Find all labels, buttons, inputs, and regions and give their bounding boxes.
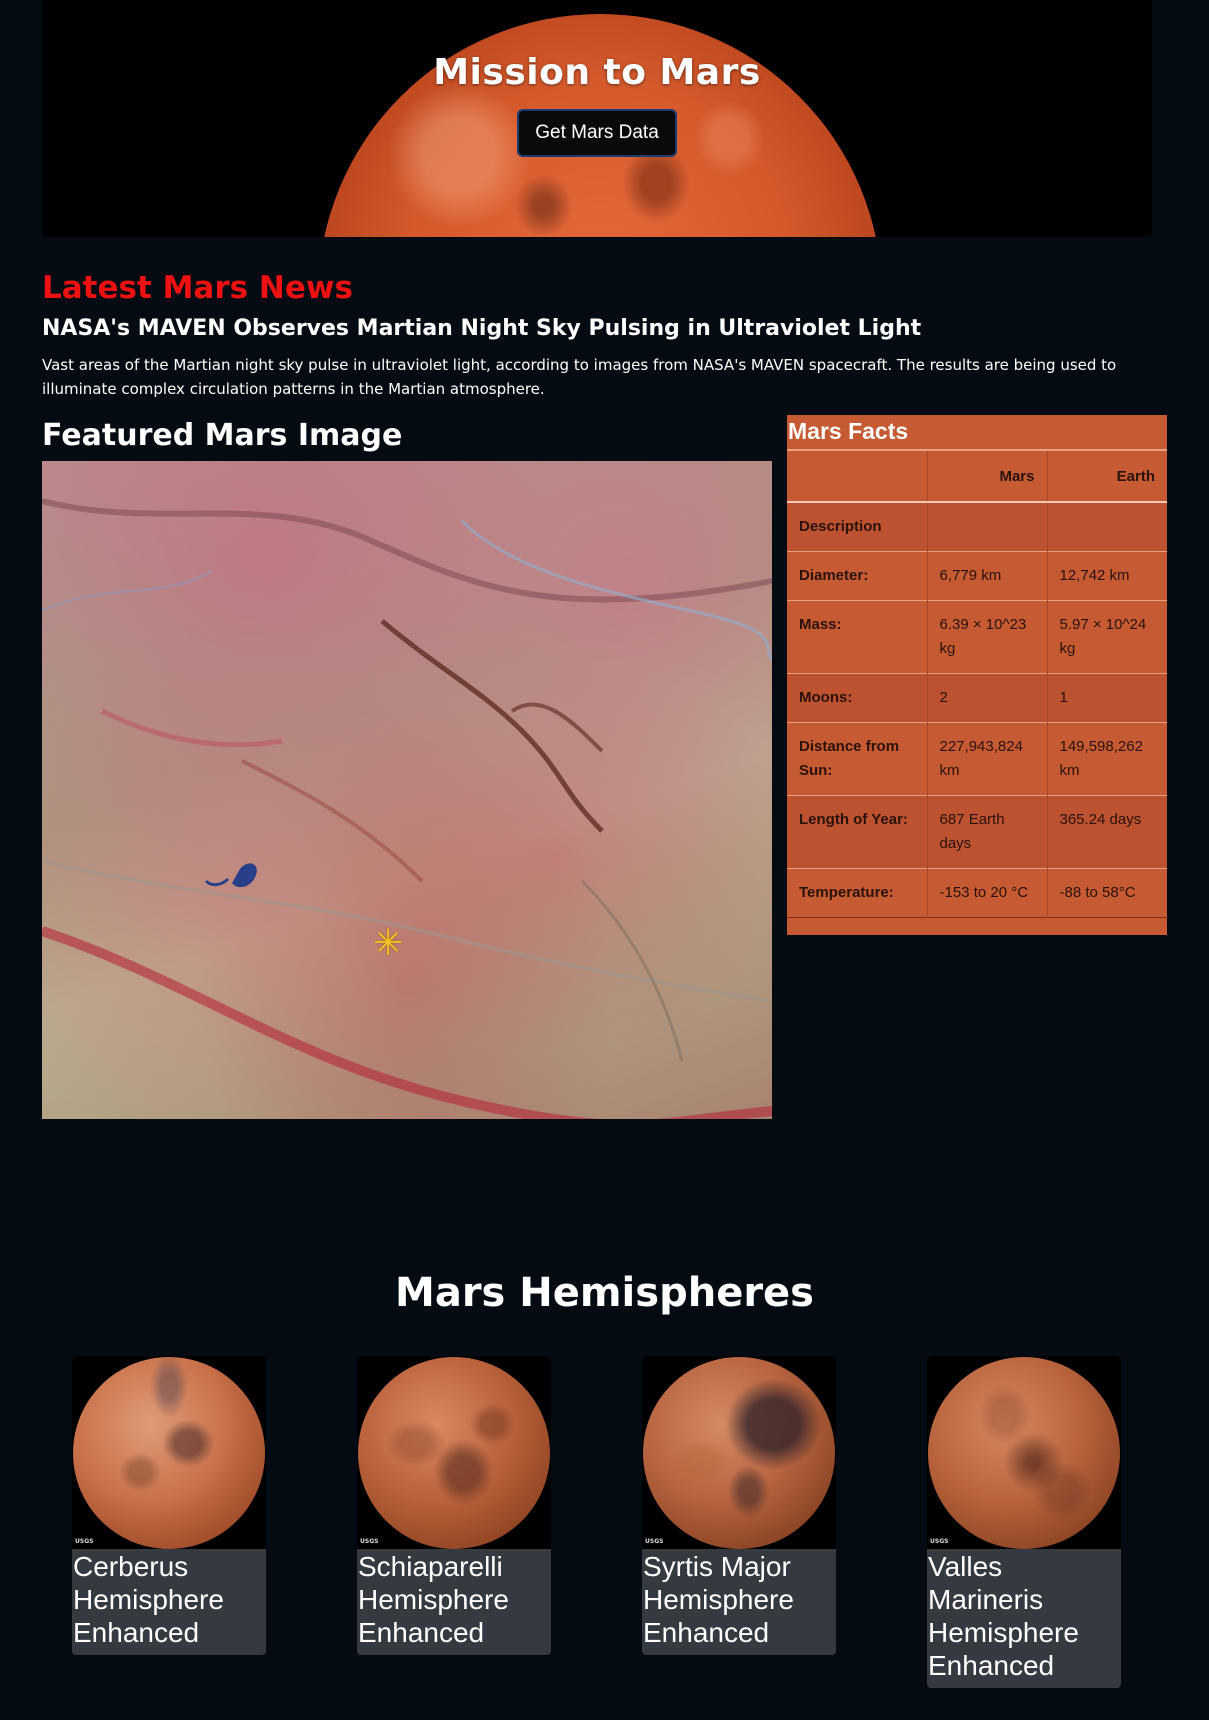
fact-mars-value: -153 to 20 °C	[926, 868, 1047, 917]
table-row: Description	[787, 502, 1167, 551]
fact-label: Distance from Sun:	[799, 737, 900, 779]
hemisphere-thumbnail[interactable]: USGS	[357, 1356, 551, 1549]
facts-header-row: Mars Earth	[787, 451, 1167, 502]
fact-earth-value: 365.24 days	[1046, 795, 1167, 868]
hemisphere-card-syrtis-major[interactable]: USGS Syrtis Major Hemisphere Enhanced	[642, 1356, 836, 1655]
table-row: Temperature: -153 to 20 °C -88 to 58°C	[787, 868, 1167, 917]
get-mars-data-button[interactable]: Get Mars Data	[517, 109, 677, 157]
hemispheres-heading: Mars Hemispheres	[395, 1270, 814, 1316]
hemisphere-title[interactable]: Syrtis Major Hemisphere Enhanced	[642, 1549, 836, 1655]
hemisphere-title[interactable]: Valles Marineris Hemisphere Enhanced	[927, 1549, 1121, 1688]
fact-earth-value: 12,742 km	[1046, 551, 1167, 600]
usgs-logo: USGS	[75, 1538, 94, 1545]
fact-mars-value: 227,943,824 km	[926, 722, 1047, 795]
hemisphere-card-valles-marineris[interactable]: USGS Valles Marineris Hemisphere Enhance…	[927, 1356, 1121, 1688]
fact-earth-value: 5.97 × 10^24 kg	[1046, 600, 1167, 673]
fact-earth-value	[1046, 502, 1167, 551]
table-row: Distance from Sun: 227,943,824 km 149,59…	[787, 722, 1167, 795]
table-row: Diameter: 6,779 km 12,742 km	[787, 551, 1167, 600]
hemisphere-thumbnail[interactable]: USGS	[642, 1356, 836, 1549]
featured-image-heading: Featured Mars Image	[42, 418, 403, 453]
fact-label: Diameter:	[799, 566, 869, 584]
usgs-logo: USGS	[930, 1538, 949, 1545]
fact-label: Moons:	[799, 688, 853, 706]
news-title: NASA's MAVEN Observes Martian Night Sky …	[42, 316, 922, 341]
news-section-heading: Latest Mars News	[42, 270, 353, 306]
news-paragraph: Vast areas of the Martian night sky puls…	[42, 356, 1117, 398]
fact-mars-value: 2	[926, 673, 1047, 722]
mars-globe-image	[928, 1357, 1120, 1549]
hemisphere-title[interactable]: Cerberus Hemisphere Enhanced	[72, 1549, 266, 1655]
fact-label: Temperature:	[799, 883, 894, 901]
table-row: Moons: 2 1	[787, 673, 1167, 722]
hemisphere-card-schiaparelli[interactable]: USGS Schiaparelli Hemisphere Enhanced	[357, 1356, 551, 1655]
fact-label: Mass:	[799, 615, 842, 633]
hemisphere-title[interactable]: Schiaparelli Hemisphere Enhanced	[357, 1549, 551, 1655]
fact-earth-value: 149,598,262 km	[1046, 722, 1167, 795]
mars-globe-image	[73, 1357, 265, 1549]
featured-mars-image[interactable]: ✳	[42, 461, 772, 1119]
fact-earth-value: 1	[1046, 673, 1167, 722]
fact-earth-value: -88 to 58°C	[1046, 868, 1167, 917]
mars-facts-table: Mars Facts Mars Earth Description Diamet…	[787, 415, 1167, 935]
usgs-logo: USGS	[645, 1538, 664, 1545]
mars-globe-image	[643, 1357, 835, 1549]
page-title: Mission to Mars	[433, 52, 761, 93]
fact-mars-value: 687 Earth days	[926, 795, 1047, 868]
facts-caption: Mars Facts	[787, 415, 1167, 451]
fact-mars-value: 6.39 × 10^23 kg	[926, 600, 1047, 673]
hero-banner: Mission to Mars Get Mars Data	[42, 0, 1152, 237]
mars-globe-image	[358, 1357, 550, 1549]
usgs-logo: USGS	[360, 1538, 379, 1545]
table-row: Mass: 6.39 × 10^23 kg 5.97 × 10^24 kg	[787, 600, 1167, 673]
hemisphere-card-cerberus[interactable]: USGS Cerberus Hemisphere Enhanced	[72, 1356, 266, 1655]
hemisphere-thumbnail[interactable]: USGS	[72, 1356, 266, 1549]
facts-col-header: Mars	[926, 451, 1047, 502]
fact-mars-value: 6,779 km	[926, 551, 1047, 600]
fact-label: Description	[799, 518, 882, 535]
fact-mars-value	[926, 502, 1047, 551]
fact-label: Length of Year:	[799, 810, 908, 828]
facts-col-header: Earth	[1046, 451, 1167, 502]
hemisphere-thumbnail[interactable]: USGS	[927, 1356, 1121, 1549]
facts-col-header	[787, 451, 927, 502]
star-marker-icon: ✳	[373, 923, 404, 964]
table-row: Length of Year: 687 Earth days 365.24 da…	[787, 795, 1167, 868]
